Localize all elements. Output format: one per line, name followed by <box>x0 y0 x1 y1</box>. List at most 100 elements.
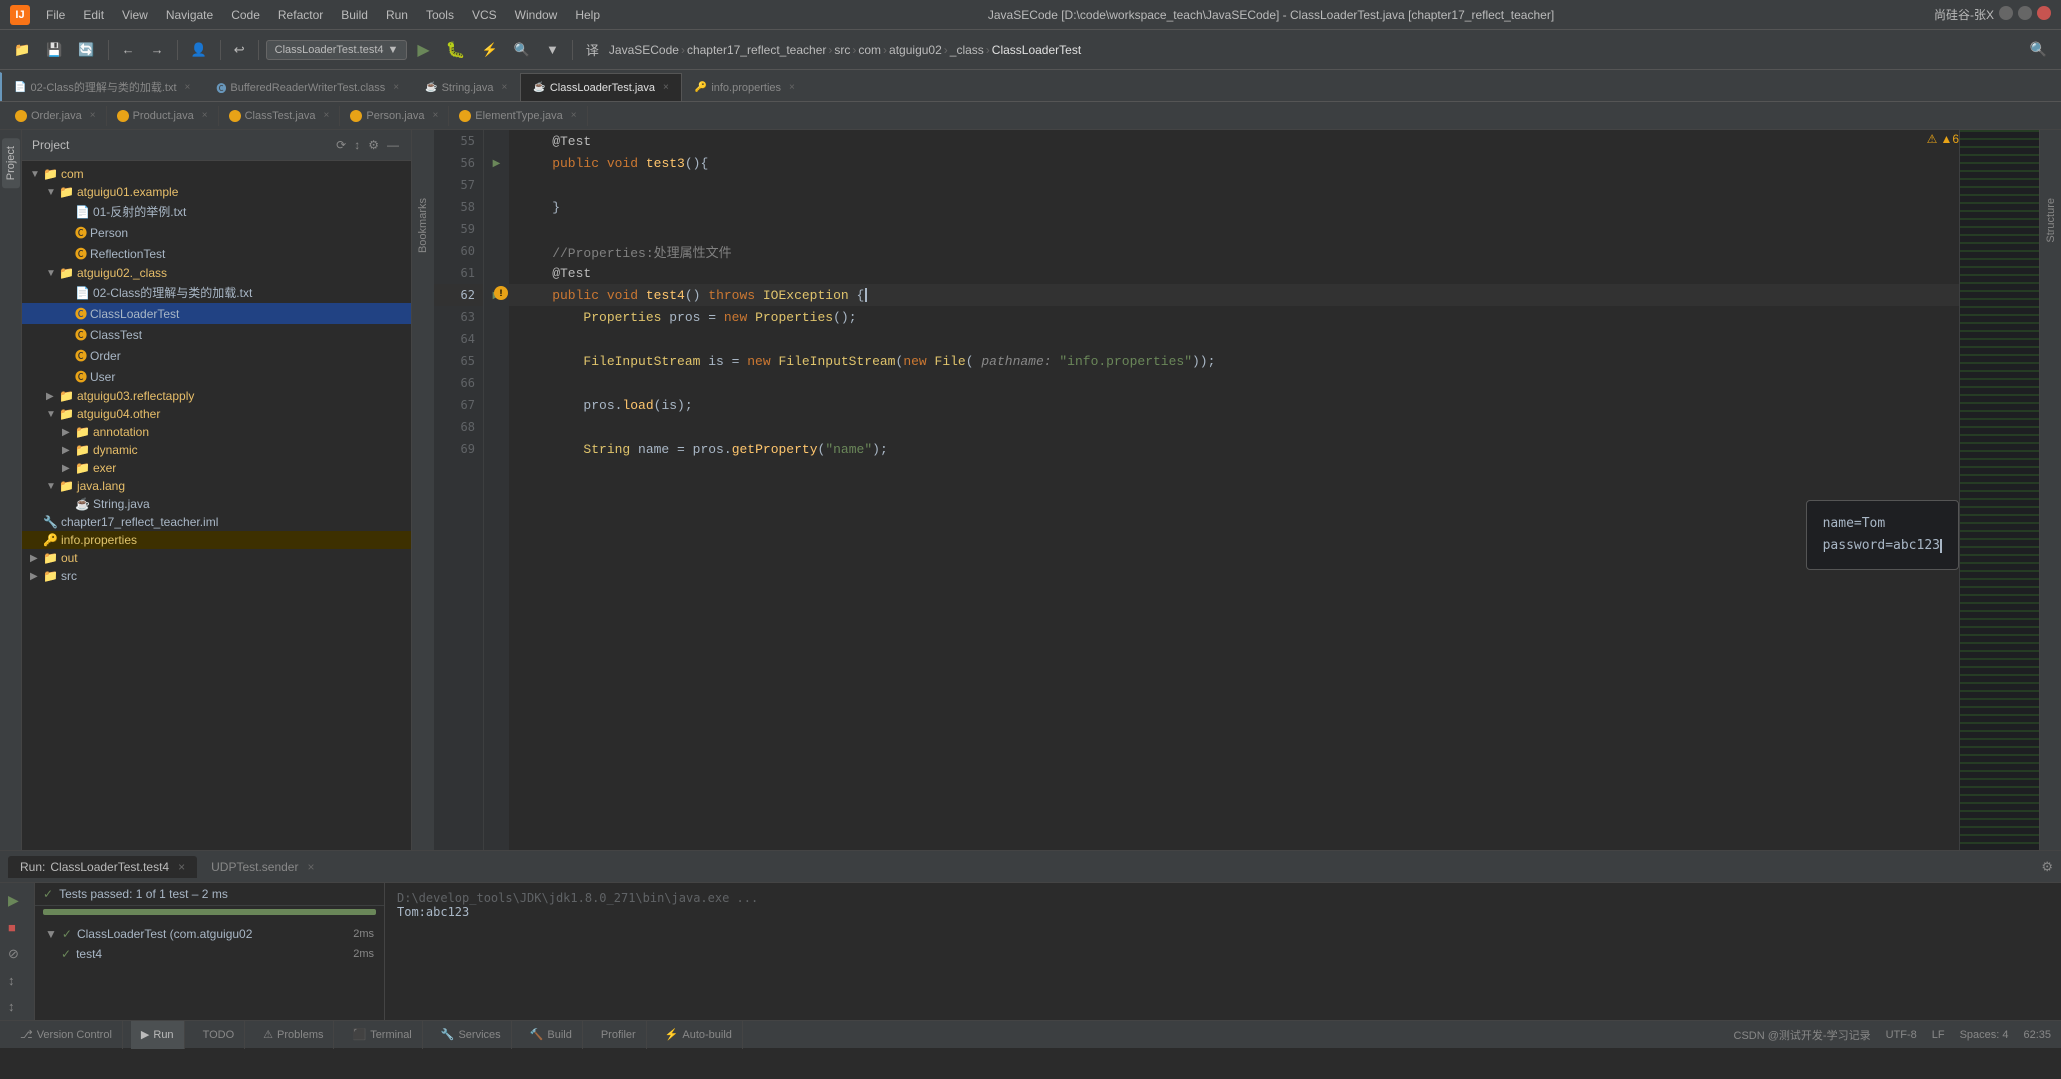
project-hide-button[interactable]: — <box>385 136 401 154</box>
project-sort-button[interactable]: ↕ <box>352 136 362 154</box>
menu-navigate[interactable]: Navigate <box>158 6 221 24</box>
open-file-elementtype[interactable]: ElementType.java × <box>449 106 587 126</box>
bc-module[interactable]: chapter17_reflect_teacher <box>687 43 826 57</box>
tree-item-src[interactable]: ▶ 📁 src <box>22 567 411 585</box>
of-close-order[interactable]: × <box>90 110 96 121</box>
run-tab-udp-close[interactable]: × <box>307 860 314 874</box>
of-close-elementtype[interactable]: × <box>571 110 577 121</box>
menu-help[interactable]: Help <box>567 6 608 24</box>
bc-src[interactable]: src <box>834 43 850 57</box>
more-run-options[interactable]: ▼ <box>540 38 565 61</box>
tab-close-1[interactable]: × <box>393 82 399 93</box>
run-stop-button[interactable]: ■ <box>2 916 32 939</box>
status-tab-run[interactable]: ▶ Run <box>131 1021 185 1049</box>
menu-refactor[interactable]: Refactor <box>270 6 331 24</box>
status-tab-todo[interactable]: TODO <box>193 1021 246 1049</box>
project-gear-button[interactable]: ⚙ <box>366 136 381 154</box>
run-play-button[interactable]: ▶ <box>2 888 32 913</box>
tree-item-annotation[interactable]: ▶ 📁 annotation <box>22 423 411 441</box>
undo-button[interactable]: ↩ <box>228 38 251 62</box>
tree-item-txt02[interactable]: ▶ 📄 02-Class的理解与类的加载.txt <box>22 282 411 303</box>
tree-item-out[interactable]: ▶ 📁 out <box>22 549 411 567</box>
run-tab-udp[interactable]: UDPTest.sender × <box>199 856 326 878</box>
run-config-selector[interactable]: ClassLoaderTest.test4 ▼ <box>266 40 408 60</box>
tree-item-classloadertest[interactable]: ▶ 🅒 ClassLoaderTest <box>22 303 411 324</box>
nav-back-button[interactable]: ← <box>116 38 141 61</box>
status-position[interactable]: 62:35 <box>2023 1029 2051 1041</box>
tree-item-order[interactable]: ▶ 🅒 Order <box>22 345 411 366</box>
menu-run[interactable]: Run <box>378 6 416 24</box>
tree-item-atguigu01[interactable]: ▼ 📁 atguigu01.example <box>22 183 411 201</box>
bc-project[interactable]: JavaSECode <box>609 43 679 57</box>
menu-code[interactable]: Code <box>223 6 268 24</box>
open-file-person[interactable]: Person.java × <box>340 106 449 126</box>
tree-item-atguigu04[interactable]: ▼ 📁 atguigu04.other <box>22 405 411 423</box>
menu-edit[interactable]: Edit <box>75 6 112 24</box>
tree-item-dynamic[interactable]: ▶ 📁 dynamic <box>22 441 411 459</box>
status-tab-build[interactable]: 🔨 Build <box>520 1021 583 1049</box>
status-tab-problems[interactable]: ⚠ Problems <box>253 1021 334 1049</box>
close-button[interactable] <box>2037 6 2051 20</box>
file-tab-3[interactable]: ☕ ClassLoaderTest.java × <box>520 73 681 101</box>
file-tab-4[interactable]: 🔑 info.properties × <box>682 73 808 101</box>
bc-pkg[interactable]: atguigu02 <box>889 43 942 57</box>
status-encoding[interactable]: UTF-8 <box>1886 1029 1917 1041</box>
run-tab-main[interactable]: Run: ClassLoaderTest.test4 × <box>8 856 197 878</box>
tab-close-2[interactable]: × <box>502 82 508 93</box>
menu-tools[interactable]: Tools <box>418 6 462 24</box>
run-button[interactable]: ▶ <box>411 36 435 64</box>
tree-item-atguigu03[interactable]: ▶ 📁 atguigu03.reflectapply <box>22 387 411 405</box>
open-folder-button[interactable]: 📁 <box>8 38 36 62</box>
open-file-order[interactable]: Order.java × <box>5 106 107 126</box>
code-editor[interactable]: @Test public void test3(){ } //Propertie… <box>509 130 1959 850</box>
nav-forward-button[interactable]: → <box>145 38 170 61</box>
status-tab-autobuild[interactable]: ⚡ Auto-build <box>655 1021 743 1049</box>
of-close-person[interactable]: × <box>432 110 438 121</box>
run-rerun-button[interactable]: ⊘ <box>2 942 32 966</box>
menu-vcs[interactable]: VCS <box>464 6 505 24</box>
coverage-button[interactable]: ⚡ <box>476 38 504 62</box>
tree-item-classtest[interactable]: ▶ 🅒 ClassTest <box>22 324 411 345</box>
tree-item-person[interactable]: ▶ 🅒 Person <box>22 222 411 243</box>
gutter-56[interactable]: ▶ <box>484 152 509 174</box>
tree-item-iml[interactable]: ▶ 🔧 chapter17_reflect_teacher.iml <box>22 513 411 531</box>
bc-class-pkg[interactable]: _class <box>950 43 984 57</box>
menu-view[interactable]: View <box>114 6 156 24</box>
tree-item-exer[interactable]: ▶ 📁 exer <box>22 459 411 477</box>
status-indent[interactable]: Spaces: 4 <box>1960 1029 2009 1041</box>
tree-item-stringjava[interactable]: ▶ ☕ String.java <box>22 495 411 513</box>
tab-close-4[interactable]: × <box>789 82 795 93</box>
sync-button[interactable]: 🔄 <box>72 38 100 62</box>
gutter-62[interactable]: ▶! <box>484 284 509 306</box>
menu-file[interactable]: File <box>38 6 73 24</box>
run-settings-button[interactable]: ⚙ <box>2041 859 2053 875</box>
maximize-button[interactable] <box>2018 6 2032 20</box>
project-sync-button[interactable]: ⟳ <box>334 136 348 154</box>
tab-close-0[interactable]: × <box>185 82 191 93</box>
minimize-button[interactable] <box>1999 6 2013 20</box>
run-tree-test4[interactable]: ✓ test4 2ms <box>41 944 378 964</box>
tree-item-atguigu02[interactable]: ▼ 📁 atguigu02._class <box>22 264 411 282</box>
of-close-classtest[interactable]: × <box>324 110 330 121</box>
menu-build[interactable]: Build <box>333 6 376 24</box>
open-file-classtest[interactable]: ClassTest.java × <box>219 106 341 126</box>
structure-label[interactable]: Structure <box>2042 190 2060 251</box>
status-tab-profiler[interactable]: Profiler <box>591 1021 647 1049</box>
bc-classname[interactable]: ClassLoaderTest <box>992 43 1081 57</box>
file-tab-1[interactable]: 🅒 BufferedReaderWriterTest.class × <box>203 73 412 101</box>
status-linesep[interactable]: LF <box>1932 1029 1945 1041</box>
file-tab-0[interactable]: 📄 02-Class的理解与类的加载.txt × <box>0 72 203 101</box>
tree-item-com[interactable]: ▼ 📁 com <box>22 165 411 183</box>
tree-item-javalang[interactable]: ▼ 📁 java.lang <box>22 477 411 495</box>
debug-button[interactable]: 🐛 <box>440 36 472 64</box>
bookmarks-label[interactable]: Bookmarks <box>414 190 432 261</box>
user-icon[interactable]: 👤 <box>185 38 213 62</box>
tree-item-user[interactable]: ▶ 🅒 User <box>22 366 411 387</box>
tree-item-txt01[interactable]: ▶ 📄 01-反射的举例.txt <box>22 201 411 222</box>
translate-button[interactable]: 译 <box>580 36 605 63</box>
profile-button[interactable]: 🔍 <box>508 38 536 62</box>
bc-com[interactable]: com <box>858 43 881 57</box>
open-file-product[interactable]: Product.java × <box>107 106 219 126</box>
status-tab-version-control[interactable]: ⎇ Version Control <box>10 1021 123 1049</box>
tab-close-3[interactable]: × <box>663 82 669 93</box>
